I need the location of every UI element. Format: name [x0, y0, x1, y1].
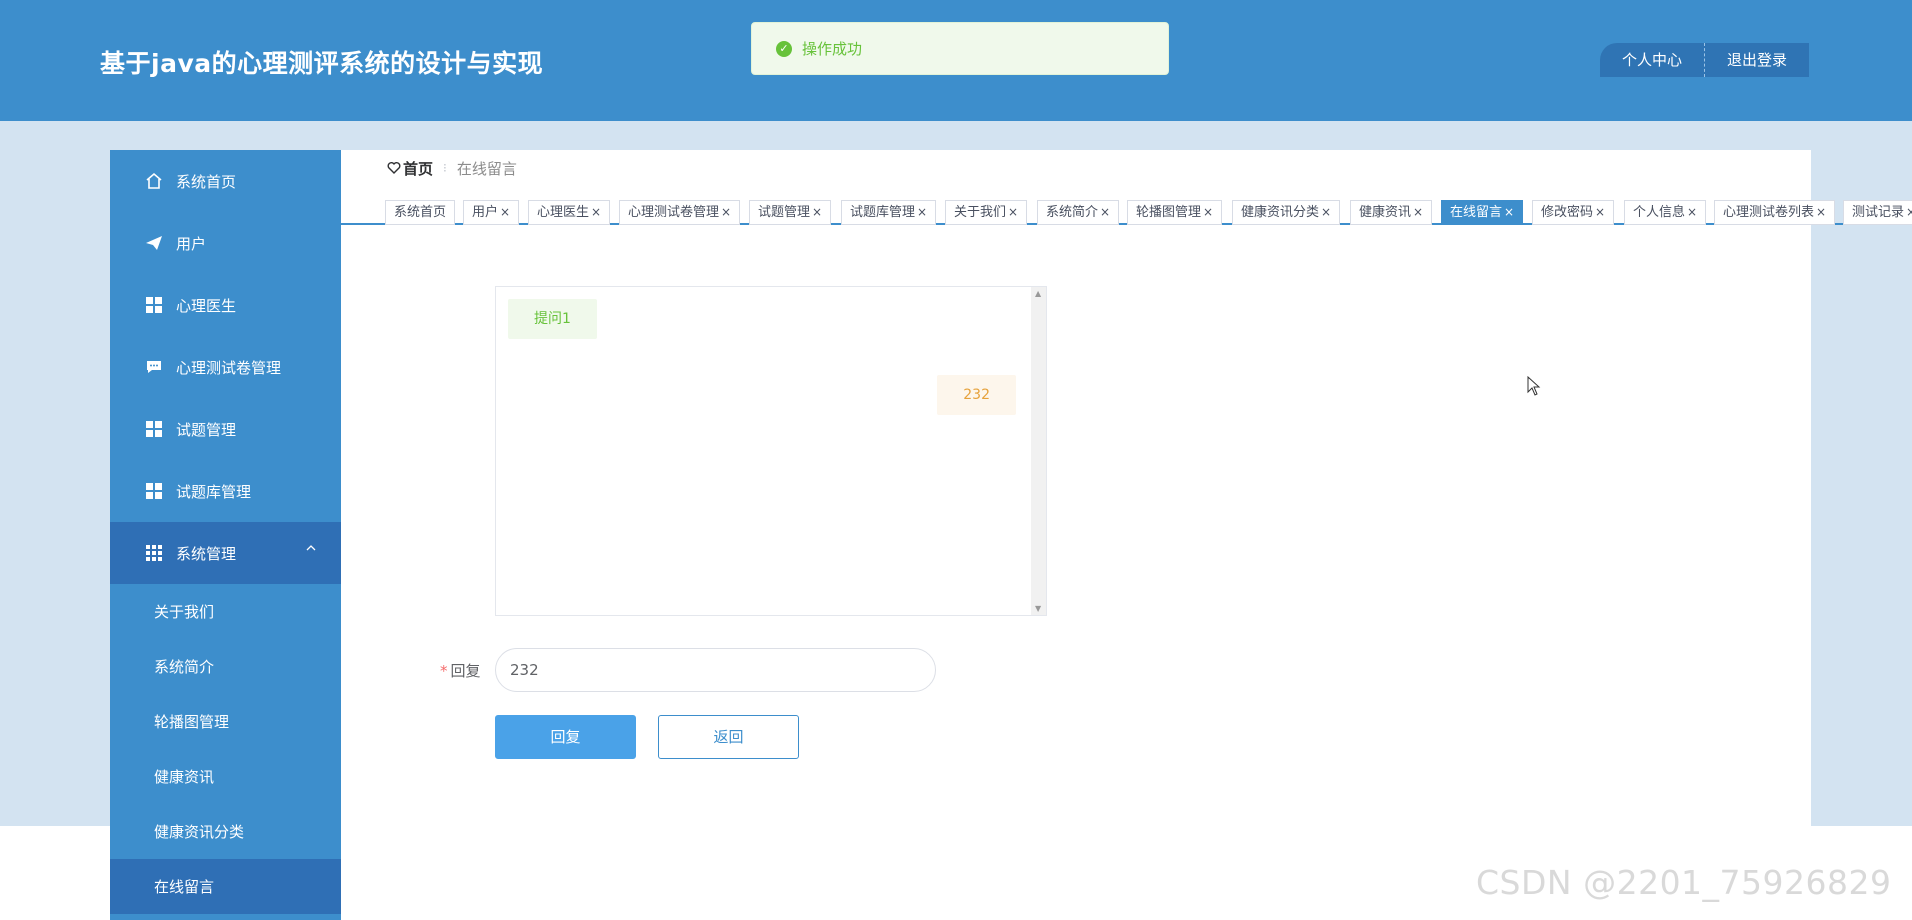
- sidebar-sub-intro[interactable]: 系统简介: [110, 639, 341, 694]
- sidebar-sub-carousel[interactable]: 轮播图管理: [110, 694, 341, 749]
- breadcrumb-home-label: 首页: [403, 159, 434, 178]
- watermark: CSDN @2201_75926829: [1476, 863, 1892, 902]
- toast-message: 操作成功: [802, 40, 863, 58]
- close-icon[interactable]: ×: [917, 205, 927, 219]
- reply-label: * 回复: [440, 662, 481, 680]
- grid-icon: [144, 481, 164, 501]
- sidebar-item-label: 心理医生: [176, 296, 237, 315]
- close-icon[interactable]: ×: [1008, 205, 1018, 219]
- tab-questions[interactable]: 试题管理 ×: [749, 200, 832, 225]
- check-circle-icon: ✓: [776, 40, 792, 57]
- breadcrumb-current: 在线留言: [456, 159, 517, 178]
- tab-bar: 系统首页 用户 × 心理医生 × 心理测试卷管理 × 试题管理 × 试题库管理 × 关于我…: [341, 197, 1912, 225]
- required-mark: *: [440, 662, 448, 680]
- close-icon[interactable]: ×: [1321, 205, 1331, 219]
- logout-button[interactable]: 退出登录: [1705, 43, 1810, 77]
- sidebar-item-label: 用户: [176, 234, 207, 253]
- close-icon[interactable]: ×: [500, 205, 510, 219]
- question-bubble: 提问1: [508, 299, 597, 339]
- sidebar-item-test-papers[interactable]: 心理测试卷管理: [110, 336, 341, 398]
- close-icon[interactable]: ×: [1100, 205, 1110, 219]
- grid-icon: [144, 419, 164, 439]
- chevron-up-icon: [305, 542, 317, 558]
- user-actions: 个人中心 退出登录: [1600, 43, 1810, 77]
- scroll-up-icon[interactable]: ▲: [1035, 289, 1041, 298]
- breadcrumb-separator-icon: ⁝: [443, 161, 447, 175]
- sidebar-item-label: 系统首页: [176, 172, 237, 191]
- sidebar-item-label: 系统管理: [176, 544, 237, 563]
- thread-scrollbar[interactable]: ▲ ▼: [1031, 287, 1046, 615]
- sidebar-sub-health-news[interactable]: 健康资讯: [110, 749, 341, 804]
- sidebar-item-questions[interactable]: 试题管理: [110, 398, 341, 460]
- sidebar-item-label: 心理测试卷管理: [176, 358, 282, 377]
- answer-bubble: 232: [937, 375, 1016, 415]
- reply-submit-button[interactable]: 回复: [495, 715, 636, 759]
- tab-system-home[interactable]: 系统首页: [385, 200, 456, 225]
- close-icon[interactable]: ×: [1595, 205, 1605, 219]
- tab-change-password[interactable]: 修改密码 ×: [1532, 200, 1615, 225]
- sidebar-sub-health-news-category[interactable]: 健康资讯分类: [110, 804, 341, 859]
- breadcrumb: 首页 ⁝ 在线留言: [387, 158, 517, 178]
- sidebar-sub-online-message[interactable]: 在线留言: [110, 859, 341, 914]
- scroll-down-icon[interactable]: ▼: [1035, 604, 1041, 613]
- tab-about[interactable]: 关于我们 ×: [945, 200, 1028, 225]
- grid-icon: [144, 295, 164, 315]
- sidebar-item-question-bank[interactable]: 试题库管理: [110, 460, 341, 522]
- sidebar-item-users[interactable]: 用户: [110, 212, 341, 274]
- back-button[interactable]: 返回: [658, 715, 799, 759]
- sidebar-item-doctors[interactable]: 心理医生: [110, 274, 341, 336]
- app-title: 基于java的心理测评系统的设计与实现: [100, 49, 544, 78]
- close-icon[interactable]: ×: [1687, 205, 1697, 219]
- sidebar: 系统首页 用户 心理医生 心理测试卷管理 试题管理 试题库管理 系统管理 关于我…: [110, 150, 341, 920]
- tab-health-news-category[interactable]: 健康资讯分类 ×: [1232, 200, 1341, 225]
- tab-personal-info[interactable]: 个人信息 ×: [1624, 200, 1707, 225]
- profile-center-button[interactable]: 个人中心: [1600, 43, 1706, 77]
- breadcrumb-home[interactable]: 首页: [387, 158, 433, 179]
- content-panel: 首页 ⁝ 在线留言 系统首页 用户 × 心理医生 × 心理测试卷管理 × 试题管理 × …: [341, 150, 1912, 826]
- reply-input[interactable]: [495, 648, 936, 692]
- sidebar-sub-about[interactable]: 关于我们: [110, 584, 341, 639]
- sidebar-item-label: 试题库管理: [176, 482, 252, 501]
- tab-doctors[interactable]: 心理医生 ×: [528, 200, 611, 225]
- tab-carousel[interactable]: 轮播图管理 ×: [1127, 200, 1223, 225]
- home-icon: [144, 171, 164, 191]
- chat-icon: [144, 357, 164, 377]
- mouse-cursor-icon: [1527, 375, 1541, 400]
- sidebar-item-system[interactable]: 系统管理: [110, 522, 341, 584]
- close-icon[interactable]: ×: [1413, 205, 1423, 219]
- close-icon[interactable]: ×: [721, 205, 731, 219]
- close-icon[interactable]: ×: [1203, 205, 1213, 219]
- heart-icon: [387, 161, 401, 174]
- message-thread: 提问1 232 ▲ ▼: [495, 286, 1047, 616]
- tab-test-records[interactable]: 测试记录 ×: [1843, 200, 1912, 225]
- tab-test-paper-list[interactable]: 心理测试卷列表 ×: [1714, 200, 1836, 225]
- tab-online-message[interactable]: 在线留言 ×: [1441, 200, 1524, 225]
- tab-health-news[interactable]: 健康资讯 ×: [1350, 200, 1433, 225]
- grid9-icon: [144, 543, 164, 563]
- tab-intro[interactable]: 系统简介 ×: [1037, 200, 1120, 225]
- close-icon[interactable]: ×: [812, 205, 822, 219]
- tab-users[interactable]: 用户 ×: [463, 200, 520, 225]
- success-toast: ✓ 操作成功: [751, 22, 1169, 75]
- close-icon[interactable]: ×: [1504, 205, 1514, 219]
- sidebar-item-home[interactable]: 系统首页: [110, 150, 341, 212]
- paper-plane-icon: [144, 233, 164, 253]
- close-icon[interactable]: ×: [1816, 205, 1826, 219]
- sidebar-item-label: 试题管理: [176, 420, 237, 439]
- close-icon[interactable]: ×: [591, 205, 601, 219]
- close-icon[interactable]: ×: [1906, 205, 1912, 219]
- tab-question-bank[interactable]: 试题库管理 ×: [841, 200, 937, 225]
- tab-test-papers[interactable]: 心理测试卷管理 ×: [619, 200, 741, 225]
